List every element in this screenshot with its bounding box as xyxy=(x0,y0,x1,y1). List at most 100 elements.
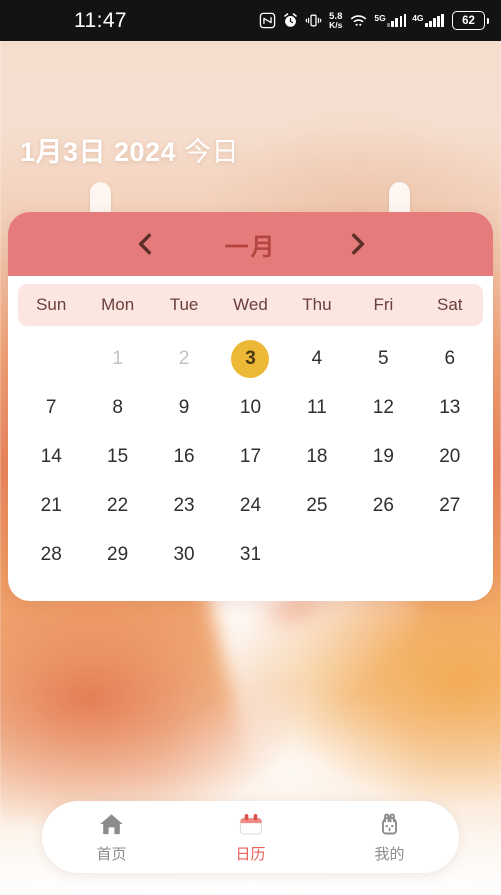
signal-4g-label: 4G xyxy=(412,12,424,23)
next-month-button[interactable] xyxy=(326,212,388,276)
network-speed-indicator: 5.8 K/s xyxy=(329,11,343,30)
prev-month-button[interactable] xyxy=(114,212,176,276)
calendar-day-number: 4 xyxy=(311,347,323,369)
calendar-day[interactable]: 9 xyxy=(151,383,217,432)
weekday-label-fri: Fri xyxy=(373,295,394,314)
nav-label-home: 首页 xyxy=(96,845,127,863)
calendar-day[interactable]: 8 xyxy=(84,383,150,432)
calendar-day[interactable]: 31 xyxy=(217,530,283,579)
network-speed-unit: K/s xyxy=(329,20,343,30)
calendar-day-selected[interactable]: 3 xyxy=(217,334,283,383)
calendar-day[interactable]: 7 xyxy=(18,383,84,432)
calendar-day[interactable]: 17 xyxy=(217,432,283,481)
month-label: 一月 xyxy=(224,233,277,261)
phone-screen: 11:47 5.8 K/s 5G 4G 62 1月3日 2024 今日 一月 S… xyxy=(0,0,501,895)
nav-item-home[interactable]: 首页 xyxy=(42,811,181,864)
status-bar: 11:47 5.8 K/s 5G 4G 62 xyxy=(0,0,501,41)
calendar-day[interactable]: 25 xyxy=(284,481,350,530)
calendar-day[interactable]: 2 xyxy=(151,334,217,383)
nav-label-calendar: 日历 xyxy=(235,845,266,863)
signal-4g-bars xyxy=(425,14,444,28)
calendar-day-number: 21 xyxy=(40,494,62,516)
rabbit-icon xyxy=(376,811,403,839)
nav-item-calendar[interactable]: 日历 xyxy=(181,811,320,864)
calendar-day-number: 2 xyxy=(178,347,190,369)
calendar-day-number: 15 xyxy=(107,445,129,467)
calendar-day[interactable]: 29 xyxy=(84,530,150,579)
calendar-day[interactable]: 4 xyxy=(284,334,350,383)
alarm-icon xyxy=(284,13,297,27)
calendar-day[interactable]: 19 xyxy=(350,432,416,481)
current-date-text: 1月3日 2024 xyxy=(20,137,177,167)
calendar-day-number: 17 xyxy=(239,445,262,467)
calendar-day[interactable]: 11 xyxy=(284,383,350,432)
calendar-day-number: 31 xyxy=(239,543,262,565)
calendar-day[interactable]: 15 xyxy=(84,432,150,481)
calendar-day-number: 12 xyxy=(372,396,394,418)
calendar-day[interactable]: 1 xyxy=(84,334,150,383)
calendar-day-number: 30 xyxy=(173,543,195,565)
calendar-day[interactable]: 6 xyxy=(417,334,483,383)
month-navigation-bar: 一月 xyxy=(8,212,493,276)
calendar-day-number: 29 xyxy=(107,543,129,565)
calendar-day[interactable]: 30 xyxy=(151,530,217,579)
calendar-day[interactable]: 22 xyxy=(84,481,150,530)
calendar-day[interactable]: 28 xyxy=(18,530,84,579)
bottom-navigation-bar: 首页 日历 我的 xyxy=(42,801,459,873)
calendar-day[interactable]: 13 xyxy=(417,383,483,432)
calendar-day-number: 26 xyxy=(372,494,394,516)
calendar-day[interactable]: 12 xyxy=(350,383,416,432)
calendar-day-number: 8 xyxy=(112,396,123,418)
calendar-day-number: 3 xyxy=(231,339,270,378)
calendar-day-number: 25 xyxy=(306,494,328,516)
battery-tip xyxy=(486,17,489,24)
weekday-label-thu: Thu xyxy=(302,295,332,314)
calendar-day-number: 20 xyxy=(439,445,461,467)
calendar-day-number: 7 xyxy=(45,396,57,418)
calendar-day-number: 9 xyxy=(178,396,190,418)
calendar-day-grid: 1 2 3 4 5 6 7 8 9 10 11 12 13 14 15 16 17 18 19 20 21 22 23 24 2… xyxy=(8,328,493,601)
signal-5g-label: 5G xyxy=(374,12,386,23)
weekday-label-wed: Wed xyxy=(233,295,268,314)
chevron-right-icon xyxy=(351,233,364,255)
calendar-day-number: 5 xyxy=(378,347,389,369)
nav-item-profile[interactable]: 我的 xyxy=(320,811,459,864)
calendar-day-number: 10 xyxy=(239,396,262,418)
chevron-left-icon xyxy=(138,233,151,255)
calendar-day-number: 14 xyxy=(40,445,62,467)
weekday-label-tue: Tue xyxy=(169,295,199,314)
calendar-day-number: 18 xyxy=(306,445,328,467)
signal-5g-bars xyxy=(387,14,407,28)
calendar-day[interactable]: 18 xyxy=(284,432,350,481)
nav-label-profile: 我的 xyxy=(374,845,405,863)
weekday-label-mon: Mon xyxy=(101,295,135,314)
calendar-icon xyxy=(237,811,265,839)
calendar-day[interactable]: 20 xyxy=(417,432,483,481)
calendar-day-empty xyxy=(18,334,84,383)
calendar-day-number: 28 xyxy=(40,543,62,565)
battery-icon: 62 xyxy=(452,11,489,30)
calendar-day-number: 1 xyxy=(112,347,123,369)
calendar-day[interactable]: 26 xyxy=(350,481,416,530)
calendar-day[interactable]: 24 xyxy=(217,481,283,530)
weekday-label-sun: Sun xyxy=(36,295,67,314)
calendar-day[interactable]: 23 xyxy=(151,481,217,530)
calendar-day[interactable]: 21 xyxy=(18,481,84,530)
today-label: 今日 xyxy=(184,137,240,167)
weekday-header-row: Sun Mon Tue Wed Thu Fri Sat xyxy=(18,284,483,326)
page-title: 1月3日 2024 今日 xyxy=(20,130,239,169)
signal-5g-indicator: 5G xyxy=(374,12,407,28)
calendar-day[interactable]: 14 xyxy=(18,432,84,481)
calendar-card: 一月 Sun Mon Tue Wed Thu Fri Sat 1 2 3 4 5 6 7 8 9 10 11 12… xyxy=(8,212,493,601)
calendar-day[interactable]: 5 xyxy=(350,334,416,383)
calendar-day-number: 6 xyxy=(444,347,456,369)
calendar-day-number: 19 xyxy=(372,445,394,467)
nfc-icon xyxy=(259,12,276,29)
calendar-day[interactable]: 27 xyxy=(417,481,483,530)
battery-level-text: 62 xyxy=(452,11,485,30)
calendar-day[interactable]: 16 xyxy=(151,432,217,481)
signal-4g-indicator: 4G xyxy=(412,14,444,28)
calendar-day[interactable]: 10 xyxy=(217,383,283,432)
calendar-day-number: 24 xyxy=(239,494,262,516)
calendar-day-number: 16 xyxy=(173,445,195,467)
